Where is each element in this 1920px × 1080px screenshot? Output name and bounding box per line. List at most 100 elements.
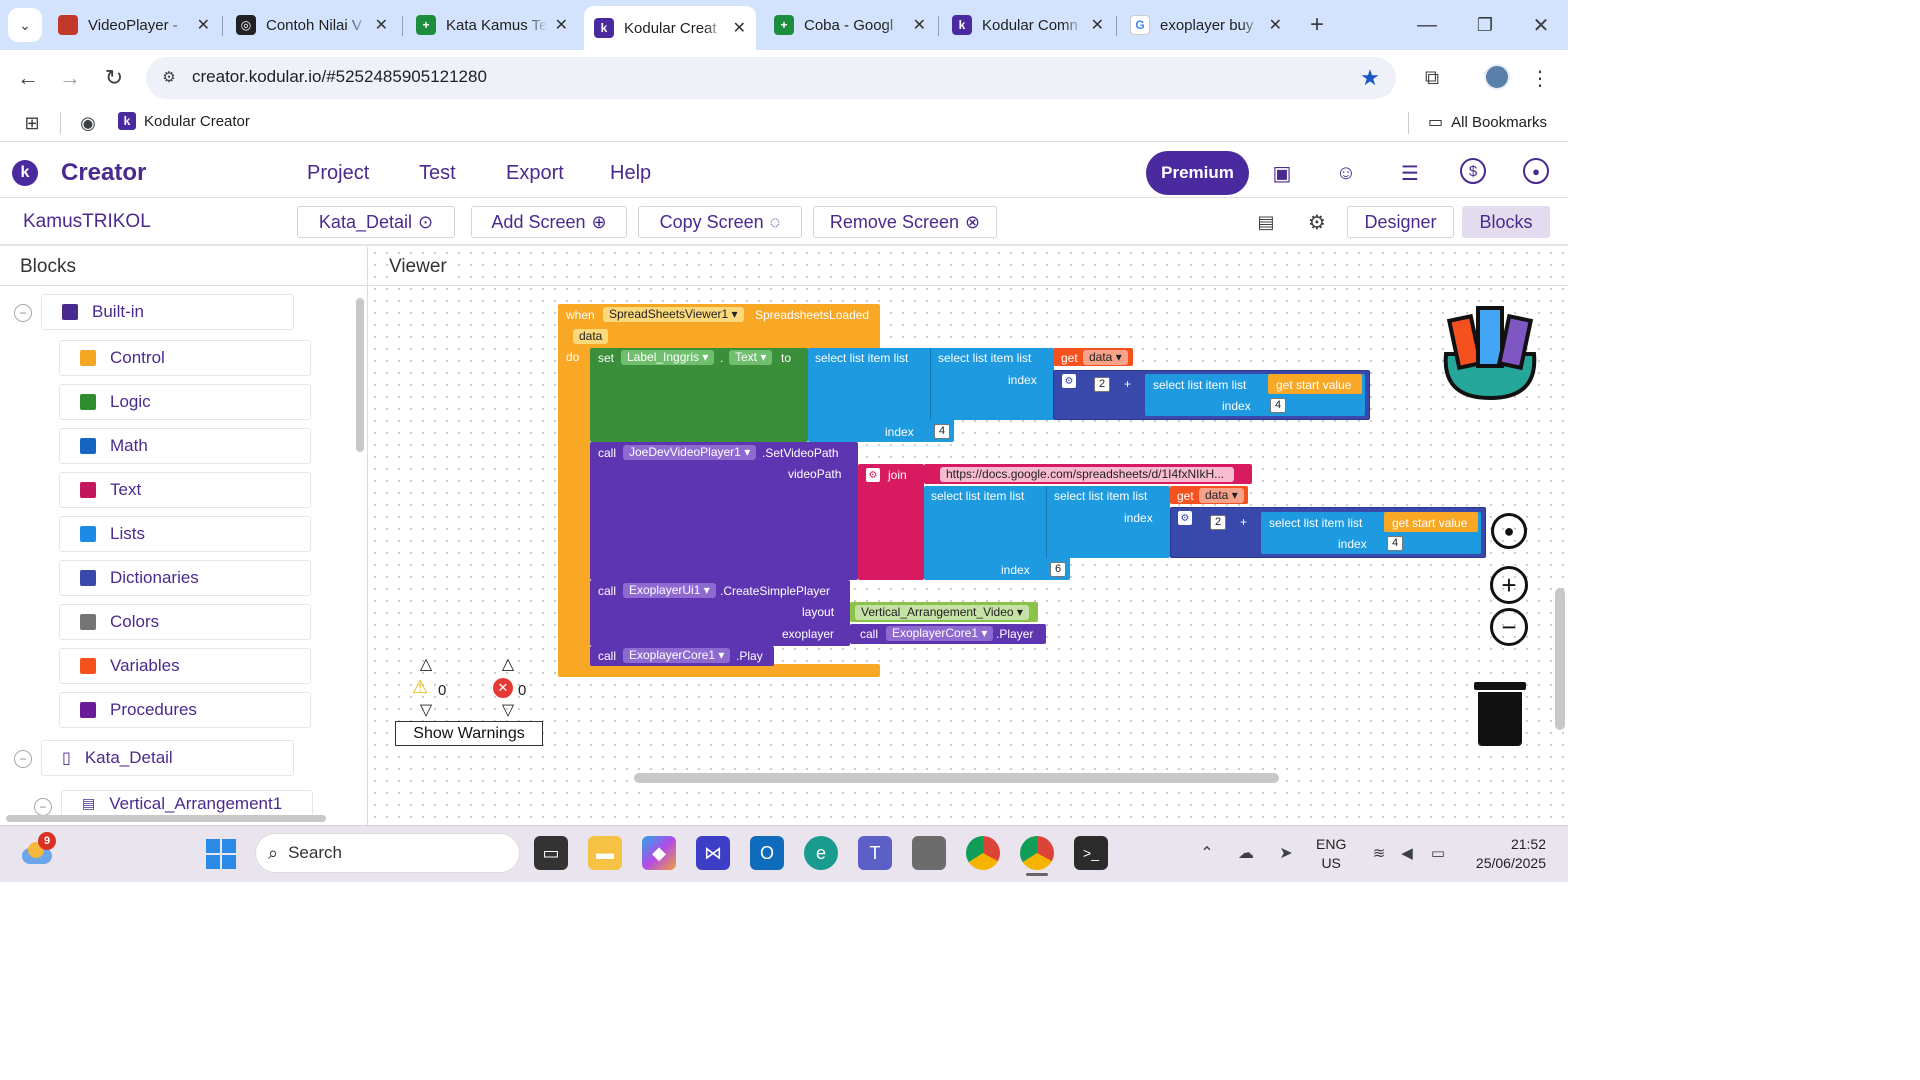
site-info-icon[interactable]: ⚙ xyxy=(158,66,180,88)
close-icon[interactable]: ✕ xyxy=(555,15,568,35)
copy-screen-button[interactable]: Copy Screen ◌ xyxy=(638,206,802,238)
blocks-button[interactable]: Blocks xyxy=(1462,206,1550,238)
network-off-icon[interactable]: ☁ xyxy=(1234,842,1258,864)
number-6[interactable]: 6 xyxy=(1050,562,1066,577)
volume-icon[interactable]: ◀ xyxy=(1396,842,1418,864)
gear-icon[interactable]: ⚙ xyxy=(1305,210,1329,234)
chrome-icon[interactable] xyxy=(1020,836,1054,870)
set-video-path-block[interactable] xyxy=(590,442,858,580)
minimize-button[interactable]: — xyxy=(1412,10,1442,40)
backpack-icon[interactable] xyxy=(1438,302,1542,402)
dollar-icon[interactable]: $ xyxy=(1460,158,1486,184)
screen-select[interactable]: Kata_Detail ⊙ xyxy=(297,206,455,238)
bookmark-star-icon[interactable]: ★ xyxy=(1356,64,1384,92)
vscode-icon[interactable]: ⋈ xyxy=(696,836,730,870)
globe-icon[interactable]: ◉ xyxy=(76,111,100,135)
tab-search-button[interactable]: ⌄ xyxy=(8,8,42,42)
remove-screen-button[interactable]: Remove Screen ⊗ xyxy=(813,206,997,238)
clock[interactable]: 21:52 25/06/2025 xyxy=(1466,835,1546,873)
viewer-vscrollbar[interactable] xyxy=(1555,588,1565,730)
location-icon[interactable]: ➤ xyxy=(1274,842,1298,864)
menu-test[interactable]: Test xyxy=(419,162,456,185)
data-dropdown[interactable]: data ▾ xyxy=(1083,350,1128,365)
task-view-icon[interactable]: ▭ xyxy=(534,836,568,870)
close-window-button[interactable]: ✕ xyxy=(1526,10,1556,40)
news-icon[interactable]: ☰ xyxy=(1396,160,1424,186)
edge-icon[interactable]: e xyxy=(804,836,838,870)
ui-component-dropdown[interactable]: ExoplayerUi1 ▾ xyxy=(623,583,716,598)
number-2[interactable]: 2 xyxy=(1094,377,1110,392)
category-control[interactable]: Control xyxy=(59,340,311,376)
account-icon[interactable]: ● xyxy=(1523,158,1549,184)
data-dropdown[interactable]: data ▾ xyxy=(1199,488,1244,503)
taskbar-search[interactable]: ⌕ Search xyxy=(255,833,520,873)
error-prev-icon[interactable]: △ xyxy=(494,656,522,673)
builtin-category[interactable]: Built-in xyxy=(41,294,294,330)
avatar[interactable] xyxy=(1484,64,1510,90)
bookmark-kodular[interactable]: k Kodular Creator xyxy=(118,112,250,130)
close-icon[interactable]: ✕ xyxy=(913,15,926,35)
core-component-dropdown[interactable]: ExoplayerCore1 ▾ xyxy=(886,626,994,641)
layout-dropdown[interactable]: Vertical_Arrangement_Video ▾ xyxy=(855,605,1029,620)
url-text[interactable]: creator.kodular.io/#5252485905121280 xyxy=(192,67,487,87)
app-icon[interactable] xyxy=(912,836,946,870)
category-dictionaries[interactable]: Dictionaries xyxy=(59,560,311,596)
core-component-dropdown[interactable]: ExoplayerCore1 ▾ xyxy=(623,648,731,663)
extensions-icon[interactable]: ⧉ xyxy=(1418,64,1446,92)
lang-indicator[interactable]: ENG US xyxy=(1316,835,1346,873)
close-icon[interactable]: ✕ xyxy=(733,18,746,38)
tab-kata-kamus[interactable]: + Kata Kamus Te ✕ xyxy=(406,6,578,44)
url-string[interactable]: https://docs.google.com/spreadsheets/d/1… xyxy=(940,467,1234,482)
reload-icon[interactable]: ↻ xyxy=(100,64,128,92)
trash-icon[interactable] xyxy=(1474,680,1526,746)
new-tab-button[interactable]: + xyxy=(1302,10,1332,40)
close-icon[interactable]: ✕ xyxy=(1091,15,1104,35)
gallery-icon[interactable]: ▤ xyxy=(1254,210,1278,234)
category-variables[interactable]: Variables xyxy=(59,648,311,684)
all-bookmarks[interactable]: ▭ All Bookmarks xyxy=(1428,112,1547,132)
close-icon[interactable]: ✕ xyxy=(375,15,388,35)
component-dropdown[interactable]: SpreadSheetsViewer1 ▾ xyxy=(603,307,744,322)
panel-hscrollbar[interactable] xyxy=(6,815,326,822)
warning-next-icon[interactable]: ▽ xyxy=(412,702,440,719)
close-icon[interactable]: ✕ xyxy=(1269,15,1282,35)
more-menu-icon[interactable]: ⋮ xyxy=(1530,64,1550,92)
prop-dropdown[interactable]: Text ▾ xyxy=(729,350,773,365)
tab-exoplayer[interactable]: G exoplayer buy ✕ xyxy=(1120,6,1292,44)
copilot-icon[interactable]: ◆ xyxy=(642,836,676,870)
menu-project[interactable]: Project xyxy=(307,162,369,185)
collapse-icon[interactable]: − xyxy=(34,798,52,816)
gear-icon[interactable]: ⚙ xyxy=(1062,374,1076,388)
recenter-icon[interactable]: ● xyxy=(1491,513,1527,549)
zoom-in-icon[interactable]: + xyxy=(1490,566,1528,604)
viewer-hscrollbar[interactable] xyxy=(634,773,1279,783)
category-colors[interactable]: Colors xyxy=(59,604,311,640)
gear-icon[interactable]: ⚙ xyxy=(866,468,880,482)
gear-icon[interactable]: ⚙ xyxy=(1178,511,1192,525)
menu-help[interactable]: Help xyxy=(610,162,651,185)
collapse-icon[interactable]: − xyxy=(14,304,32,322)
menu-export[interactable]: Export xyxy=(506,162,564,185)
panel-scrollbar[interactable] xyxy=(356,298,364,452)
tab-videoplayer[interactable]: VideoPlayer - ✕ xyxy=(48,6,220,44)
close-icon[interactable]: ✕ xyxy=(197,15,210,35)
warning-prev-icon[interactable]: △ xyxy=(412,656,440,673)
zoom-out-icon[interactable]: − xyxy=(1490,608,1528,646)
teams-icon[interactable]: T xyxy=(858,836,892,870)
tab-kodular-community[interactable]: k Kodular Comn ✕ xyxy=(942,6,1114,44)
tab-contoh-nilai[interactable]: ◎ Contoh Nilai V ✕ xyxy=(226,6,398,44)
category-procedures[interactable]: Procedures xyxy=(59,692,311,728)
number-4[interactable]: 4 xyxy=(934,424,950,439)
show-warnings-button[interactable]: Show Warnings xyxy=(395,721,543,746)
terminal-icon[interactable]: >_ xyxy=(1074,836,1108,870)
category-text[interactable]: Text xyxy=(59,472,311,508)
forward-icon[interactable]: → xyxy=(56,64,84,92)
category-lists[interactable]: Lists xyxy=(59,516,311,552)
kodular-logo-icon[interactable]: k xyxy=(12,160,38,186)
designer-button[interactable]: Designer xyxy=(1347,206,1454,238)
apps-grid-icon[interactable]: ⊞ xyxy=(20,111,44,135)
number-4[interactable]: 4 xyxy=(1387,536,1403,551)
number-2[interactable]: 2 xyxy=(1210,515,1226,530)
label-dropdown[interactable]: Label_Inggris ▾ xyxy=(621,350,715,365)
screen-component[interactable]: ▯ Kata_Detail xyxy=(41,740,294,776)
